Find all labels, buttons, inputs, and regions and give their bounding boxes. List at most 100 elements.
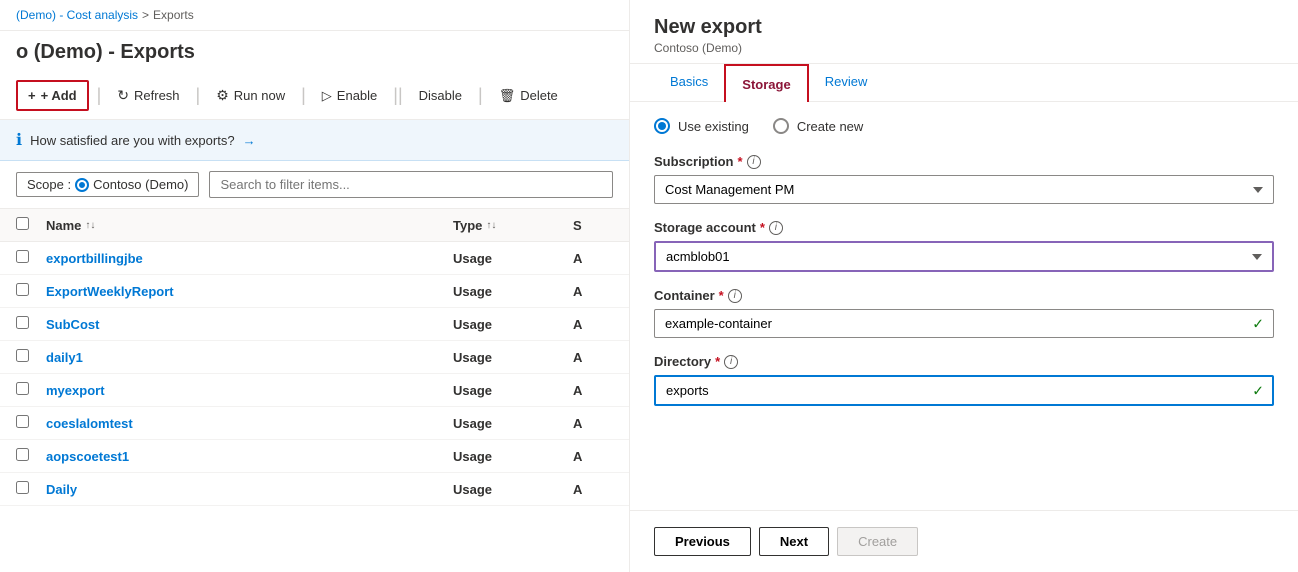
create-new-radio-circle — [773, 118, 789, 134]
container-check-icon: ✓ — [1252, 315, 1264, 332]
filter-bar: Scope : Contoso (Demo) — [0, 161, 629, 209]
row-checkbox[interactable] — [16, 415, 29, 428]
container-field: Container * i ✓ — [654, 288, 1274, 338]
search-input[interactable] — [209, 171, 613, 198]
export-name-link[interactable]: Daily — [46, 482, 77, 497]
add-button[interactable]: + + Add — [16, 80, 89, 111]
table-row: ExportWeeklyReport Usage A — [0, 275, 629, 308]
export-name-link[interactable]: myexport — [46, 383, 105, 398]
use-existing-radio-circle — [654, 118, 670, 134]
row-status: A — [573, 482, 613, 497]
container-info-icon[interactable]: i — [728, 289, 742, 303]
container-required: * — [719, 288, 724, 303]
run-now-button[interactable]: ⚙ Run now — [208, 81, 293, 110]
subscription-select[interactable]: Cost Management PM — [654, 175, 1274, 204]
info-arrow[interactable]: → — [243, 133, 256, 148]
table-row: aopscoetest1 Usage A — [0, 440, 629, 473]
create-button[interactable]: Create — [837, 527, 918, 556]
disable-button[interactable]: Disable — [411, 82, 470, 109]
subscription-info-icon[interactable]: i — [747, 155, 761, 169]
use-existing-label: Use existing — [678, 119, 749, 134]
table-row: myexport Usage A — [0, 374, 629, 407]
tab-review[interactable]: Review — [809, 64, 884, 101]
row-checkbox[interactable] — [16, 349, 29, 362]
storage-account-info-icon[interactable]: i — [769, 221, 783, 235]
row-checkbox[interactable] — [16, 316, 29, 329]
row-status: A — [573, 416, 613, 431]
row-type: Usage — [453, 251, 573, 266]
col-type-header: Type ↑↓ — [453, 218, 573, 233]
toolbar-separator-5: | — [478, 85, 483, 106]
container-input[interactable] — [654, 309, 1274, 338]
select-all-checkbox[interactable] — [16, 217, 29, 230]
export-name-link[interactable]: SubCost — [46, 317, 99, 332]
export-name-link[interactable]: aopscoetest1 — [46, 449, 129, 464]
delete-label: Delete — [520, 88, 558, 103]
export-name-link[interactable]: exportbillingjbe — [46, 251, 143, 266]
storage-account-select[interactable]: acmblob01 — [654, 241, 1274, 272]
table-row: SubCost Usage A — [0, 308, 629, 341]
row-checkbox[interactable] — [16, 382, 29, 395]
create-new-radio[interactable]: Create new — [773, 118, 863, 134]
toolbar-separator-1: | — [97, 85, 102, 106]
directory-label: Directory * i — [654, 354, 1274, 369]
delete-button[interactable]: 🗑 Delete — [491, 82, 566, 110]
next-button[interactable]: Next — [759, 527, 829, 556]
table-row: daily1 Usage A — [0, 341, 629, 374]
row-type: Usage — [453, 350, 573, 365]
export-name-link[interactable]: ExportWeeklyReport — [46, 284, 174, 299]
name-sort-icon[interactable]: ↑↓ — [85, 220, 95, 231]
disable-label: Disable — [419, 88, 462, 103]
info-banner: ℹ How satisfied are you with exports? → — [0, 120, 629, 161]
refresh-label: Refresh — [134, 88, 180, 103]
table-row: exportbillingjbe Usage A — [0, 242, 629, 275]
row-checkbox[interactable] — [16, 448, 29, 461]
col-status-header: S — [573, 218, 613, 233]
breadcrumb-sep: > — [142, 8, 149, 22]
directory-info-icon[interactable]: i — [724, 355, 738, 369]
toolbar-separator-2: | — [196, 85, 201, 106]
create-new-label: Create new — [797, 119, 863, 134]
breadcrumb-cost-analysis[interactable]: (Demo) - Cost analysis — [16, 8, 138, 22]
scope-dot — [77, 180, 87, 190]
previous-button[interactable]: Previous — [654, 527, 751, 556]
row-checkbox[interactable] — [16, 481, 29, 494]
breadcrumb-exports: Exports — [153, 8, 194, 22]
container-wrapper: ✓ — [654, 309, 1274, 338]
toolbar: + + Add | ↻ Refresh | ⚙ Run now | ▷ Enab… — [0, 72, 629, 120]
use-existing-radio[interactable]: Use existing — [654, 118, 749, 134]
directory-required: * — [715, 354, 720, 369]
storage-account-label: Storage account * i — [654, 220, 1274, 235]
subscription-field: Subscription * i Cost Management PM — [654, 154, 1274, 204]
panel-header: New export Contoso (Demo) — [630, 0, 1298, 64]
row-status: A — [573, 350, 613, 365]
row-status: A — [573, 383, 613, 398]
table-row: Daily Usage A — [0, 473, 629, 506]
tab-storage[interactable]: Storage — [724, 64, 808, 102]
row-checkbox[interactable] — [16, 250, 29, 263]
enable-button[interactable]: ▷ Enable — [314, 82, 385, 110]
storage-account-field: Storage account * i acmblob01 — [654, 220, 1274, 272]
row-status: A — [573, 449, 613, 464]
tab-basics[interactable]: Basics — [654, 64, 724, 101]
tabs: Basics Storage Review — [630, 64, 1298, 102]
directory-input[interactable] — [654, 375, 1274, 406]
scope-badge[interactable]: Scope : Contoso (Demo) — [16, 172, 199, 197]
type-sort-icon[interactable]: ↑↓ — [486, 220, 496, 231]
storage-account-wrapper: acmblob01 — [654, 241, 1274, 272]
table-header: Name ↑↓ Type ↑↓ S — [0, 209, 629, 242]
panel-subtitle: Contoso (Demo) — [654, 41, 1274, 55]
export-name-link[interactable]: coeslalomtest — [46, 416, 133, 431]
info-icon: ℹ — [16, 130, 22, 150]
row-type: Usage — [453, 383, 573, 398]
right-panel: New export Contoso (Demo) Basics Storage… — [630, 0, 1298, 572]
trash-icon: 🗑 — [499, 88, 516, 104]
footer-buttons: Previous Next Create — [630, 510, 1298, 572]
col-name-header: Name ↑↓ — [46, 218, 453, 233]
breadcrumb: (Demo) - Cost analysis > Exports — [0, 0, 629, 31]
container-label: Container * i — [654, 288, 1274, 303]
run-icon: ⚙ — [216, 87, 229, 104]
row-checkbox[interactable] — [16, 283, 29, 296]
refresh-button[interactable]: ↻ Refresh — [109, 81, 187, 110]
export-name-link[interactable]: daily1 — [46, 350, 83, 365]
